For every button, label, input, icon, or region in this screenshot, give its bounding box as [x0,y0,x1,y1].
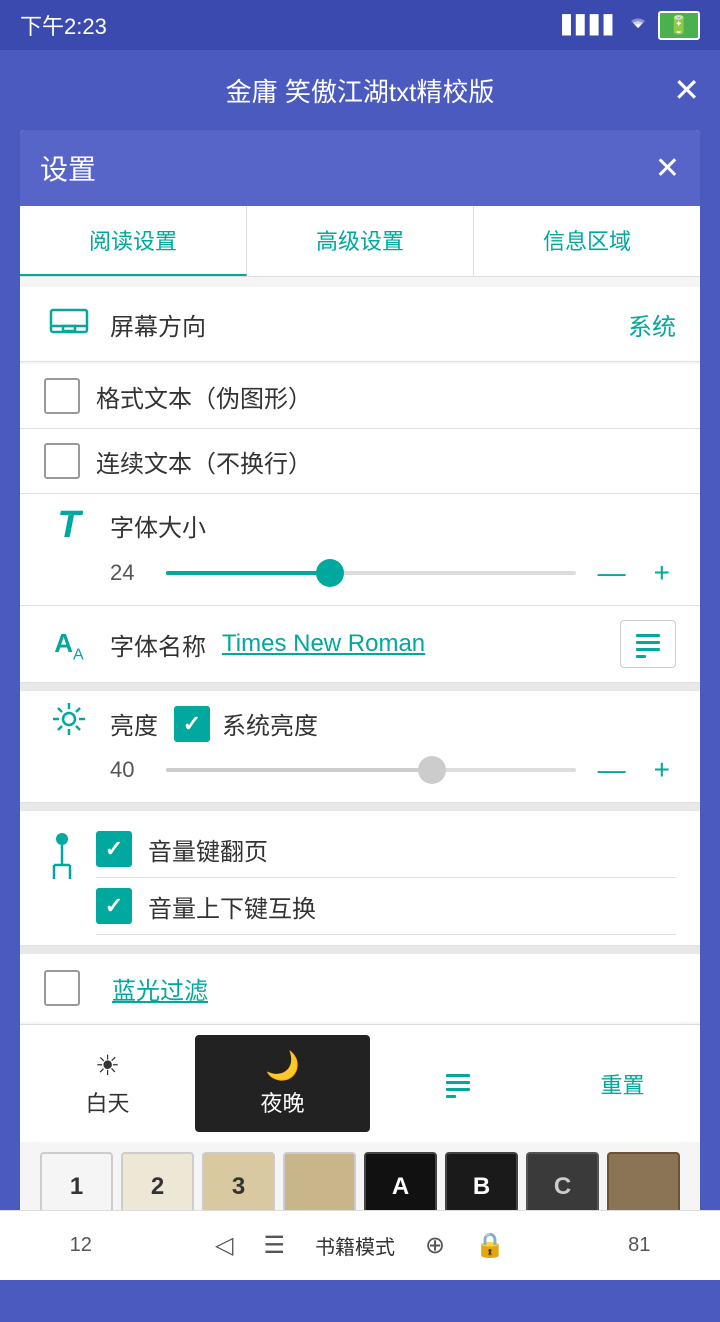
day-label: 白天 [85,1086,129,1118]
tab-read[interactable]: 阅读设置 [20,206,247,276]
settings-panel: 设置 ✕ 阅读设置 高级设置 信息区域 屏幕方向 系统 格式文本（伪图形） [20,130,700,1242]
wifi-icon [626,12,650,38]
status-icons: ▋▋▋▋ 🔋 [562,11,700,40]
volume-key-swap-row: 音量上下键互换 [96,878,676,935]
brightness-increase-button[interactable]: + [648,754,676,786]
prev-icon[interactable]: ◁ [215,1231,233,1260]
font-name-icon: AA [44,623,94,664]
brightness-icon [44,701,94,746]
brightness-slider-row: 40 — + [44,754,676,786]
status-bar: 下午2:23 ▋▋▋▋ 🔋 [0,0,720,50]
volume-key-page-row: 音量键翻页 [96,821,676,878]
day-mode-button[interactable]: ☀ 白天 [20,1035,195,1132]
font-size-slider-fill [166,571,330,575]
font-size-slider-row: 24 — + [44,557,676,589]
font-size-icon: T [44,504,94,547]
page-right: 81 [612,1234,666,1257]
tabs: 阅读设置 高级设置 信息区域 [20,206,700,277]
signal-icon: ▋▋▋▋ [562,15,617,36]
divider-2 [20,803,700,811]
format-text-row: 格式文本（伪图形） [20,364,700,429]
night-mode-button[interactable]: 🌙 夜晚 [195,1035,370,1132]
night-icon: 🌙 [265,1049,300,1082]
settings-title: 设置 [40,148,96,188]
volume-section: 音量键翻页 音量上下键互换 [20,811,700,946]
divider-1 [20,683,700,691]
system-brightness-checkbox[interactable] [174,706,210,742]
font-size-decrease-button[interactable]: — [592,557,632,589]
continuous-text-row: 连续文本（不换行） [20,429,700,494]
font-size-value: 24 [110,560,150,586]
brightness-label: 亮度 [110,706,158,741]
font-size-increase-button[interactable]: + [648,557,676,589]
font-list-button[interactable] [370,1056,545,1112]
day-icon: ☀ [95,1049,120,1082]
top-bar-title: 金庸 笑傲江湖txt精校版 [226,72,495,109]
volume-key-page-checkbox[interactable] [96,831,132,867]
font-name-value[interactable]: Times New Roman [222,630,620,658]
continuous-text-checkbox[interactable] [44,443,80,479]
lock-icon[interactable]: 🔒 [475,1231,505,1260]
tab-advanced[interactable]: 高级设置 [247,206,474,276]
brightness-section: 亮度 系统亮度 40 — + [20,691,700,803]
font-size-section: T 字体大小 24 — + [20,494,700,606]
reset-button[interactable]: 重置 [545,1068,700,1100]
book-mode-label: 书籍模式 [315,1231,395,1260]
page-left: 12 [54,1234,108,1257]
font-size-header: T 字体大小 [44,504,676,547]
brightness-slider-track[interactable] [166,768,576,772]
nav-icon-1[interactable]: ☰ [263,1231,285,1260]
blue-light-row: 蓝光过滤 [20,954,700,1022]
font-size-slider-thumb[interactable] [316,559,344,587]
volume-icon [44,829,80,894]
format-text-checkbox[interactable] [44,378,80,414]
screen-orientation-value[interactable]: 系统 [628,307,676,342]
settings-close-button[interactable]: ✕ [655,151,680,186]
brightness-decrease-button[interactable]: — [592,754,632,786]
tab-info[interactable]: 信息区域 [474,206,700,276]
brightness-value: 40 [110,757,150,783]
volume-key-swap-checkbox[interactable] [96,888,132,924]
blue-light-label: 蓝光过滤 [112,971,208,1006]
screen-icon [44,303,94,345]
font-name-row: AA 字体名称 Times New Roman [20,606,700,683]
brightness-slider-fill [166,768,432,772]
font-name-label: 字体名称 [110,627,206,662]
bottom-toolbar: ☀ 白天 🌙 夜晚 重置 [20,1024,700,1142]
screen-orientation-row: 屏幕方向 系统 [20,287,700,362]
top-bar-close-button[interactable]: ✕ [673,71,700,109]
night-label: 夜晚 [260,1086,304,1118]
divider-3 [20,946,700,954]
battery-icon: 🔋 [658,11,700,40]
continuous-text-label: 连续文本（不换行） [96,444,312,479]
system-brightness-label: 系统亮度 [222,706,318,741]
top-bar: 金庸 笑傲江湖txt精校版 金庸 笑傲江湖txt精校版 ✕ [0,50,720,130]
settings-content: 屏幕方向 系统 格式文本（伪图形） 连续文本（不换行） T 字体大小 24 [20,277,700,1242]
screen-orientation-label: 屏幕方向 [110,307,628,342]
time: 下午2:23 [20,9,107,41]
list-icon [444,1070,472,1098]
volume-key-page-label: 音量键翻页 [148,832,268,867]
blue-light-checkbox[interactable] [44,970,80,1006]
font-size-label: 字体大小 [110,508,206,543]
brightness-header: 亮度 系统亮度 [44,701,676,746]
settings-header: 设置 ✕ [20,130,700,206]
format-text-label: 格式文本（伪图形） [96,379,312,414]
font-size-slider-track[interactable] [166,571,576,575]
bottom-nav: 12 ◁ ☰ 书籍模式 ⊕ 🔒 81 [0,1210,720,1280]
volume-key-swap-label: 音量上下键互换 [148,889,316,924]
brightness-slider-thumb[interactable] [418,756,446,784]
font-name-list-button[interactable] [620,620,676,668]
nav-icon-2[interactable]: ⊕ [425,1231,445,1260]
